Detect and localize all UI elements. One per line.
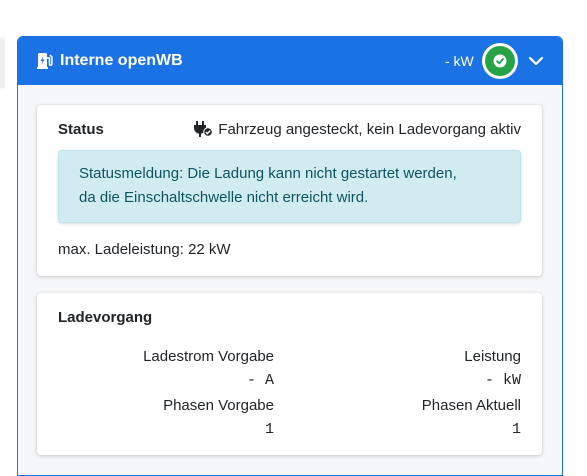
chevron-down-icon[interactable] [528,54,544,68]
status-heading: Status [58,121,104,138]
phases-setpoint-value: 1 [264,421,274,438]
plug-state-text: Fahrzeug angesteckt, kein Ladevorgang ak… [218,120,521,138]
header-power: - kW [445,53,474,69]
max-charge-power: max. Ladeleistung: 22 kW [58,241,231,258]
check-icon [493,54,507,68]
current-setpoint-label: Ladestrom Vorgabe [143,348,274,365]
phases-setpoint-label: Phasen Vorgabe [163,397,274,414]
charging-station-icon [37,53,53,69]
panel-header[interactable]: Interne openWB - kW [18,37,562,85]
plug-state: Fahrzeug angesteckt, kein Ladevorgang ak… [193,120,521,138]
alert-line-1: Statusmeldung: Die Ladung kann nicht ges… [79,165,457,182]
power-label: Leistung [464,348,521,365]
plug-check-icon [194,121,214,137]
panel-title: Interne openWB [60,52,183,69]
status-badge [482,43,518,79]
status-card: Status Fahrzeug angesteckt, kein Ladevor… [37,105,542,276]
alert-line-2: da die Einschaltschwelle nicht erreicht … [79,189,369,206]
power-value: - kW [484,372,521,389]
status-alert: Statusmeldung: Die Ladung kann nicht ges… [58,150,521,223]
charging-heading: Ladevorgang [58,309,153,326]
phases-actual-value: 1 [511,421,521,438]
phases-actual-label: Phasen Aktuell [421,397,521,414]
current-setpoint-value: - A [246,372,274,389]
charging-card: Ladevorgang Ladestrom Vorgabe - A Leistu… [37,293,542,455]
left-panel-edge [0,38,3,88]
chargepoint-panel: Interne openWB - kW Status Fahrzeug ange… [17,36,563,476]
